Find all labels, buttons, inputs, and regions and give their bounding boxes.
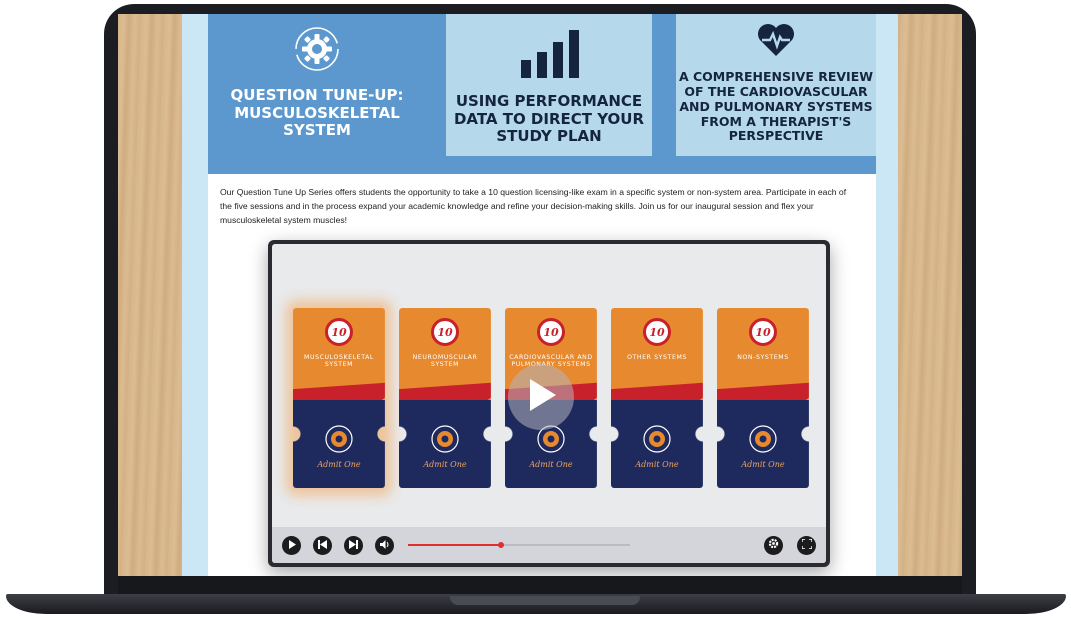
settings-button[interactable]	[764, 535, 783, 555]
gear-icon	[642, 424, 672, 459]
video-frame[interactable]: 10 MUSCULOSKELETAL SYSTEM Admit One 10 N…	[272, 244, 826, 563]
header-card-title: Using Performance Data to Direct Your St…	[453, 91, 645, 146]
progress-handle[interactable]	[498, 542, 505, 548]
content-panel: Our Question Tune Up Series offers stude…	[208, 174, 876, 580]
gear-icon	[748, 424, 778, 459]
header-card-musculoskeletal[interactable]: Question Tune-Up: Musculoskeletal System	[208, 14, 426, 162]
volume-button[interactable]	[375, 535, 394, 555]
ticket-admit-text: Admit One	[529, 460, 573, 469]
player-controls	[272, 527, 826, 563]
content-area: Question Tune-Up: Musculoskeletal System…	[208, 14, 876, 580]
series-description: Our Question Tune Up Series offers stude…	[220, 187, 847, 225]
fullscreen-icon	[800, 536, 813, 554]
screen-bezel-bottom	[118, 576, 962, 594]
ticket-admit-text: Admit One	[741, 460, 785, 469]
bar-chart-icon	[519, 30, 579, 83]
gear-icon	[768, 536, 779, 554]
ticket-admit-text: Admit One	[635, 460, 679, 469]
ticket-neuromuscular: 10 NEUROMUSCULAR SYSTEM Admit One	[399, 308, 491, 488]
skip-forward-icon	[349, 536, 358, 554]
ticket-label: NEUROMUSCULAR SYSTEM	[412, 354, 478, 369]
header-card-title: A Comprehensive Review of the Cardiovasc…	[678, 69, 874, 144]
gear-icon	[324, 424, 354, 459]
play-icon	[526, 378, 556, 416]
progress-fill	[408, 544, 502, 546]
fullscreen-button[interactable]	[797, 535, 816, 555]
header-card-cardiovascular-review[interactable]: A Comprehensive Review of the Cardiovasc…	[676, 14, 876, 156]
ticket-label: NON-SYSTEMS	[737, 354, 789, 361]
ticket-number: 10	[749, 318, 777, 346]
ticket-label: MUSCULOSKELETAL SYSTEM	[304, 354, 374, 369]
gear-icon	[294, 26, 340, 77]
ticket-number: 10	[537, 318, 565, 346]
video-player[interactable]: 10 MUSCULOSKELETAL SYSTEM Admit One 10 N…	[268, 240, 830, 567]
play-button[interactable]	[282, 535, 301, 555]
ticket-label: OTHER SYSTEMS	[627, 354, 687, 361]
big-play-button[interactable]	[508, 364, 574, 430]
ticket-number: 10	[325, 318, 353, 346]
ticket-admit-text: Admit One	[317, 460, 361, 469]
skip-back-icon	[318, 536, 327, 554]
header-card-performance-data[interactable]: Using Performance Data to Direct Your St…	[446, 14, 652, 156]
web-page: Question Tune-Up: Musculoskeletal System…	[182, 14, 898, 580]
progress-bar[interactable]	[408, 542, 630, 548]
ticket-musculoskeletal: 10 MUSCULOSKELETAL SYSTEM Admit One	[293, 308, 385, 488]
laptop-screen: Question Tune-Up: Musculoskeletal System…	[118, 14, 962, 580]
header-card-title: Question Tune-Up: Musculoskeletal System	[230, 85, 404, 140]
ticket-number: 10	[431, 318, 459, 346]
ticket-non-systems: 10 NON-SYSTEMS Admit One	[717, 308, 809, 488]
gear-icon	[430, 424, 460, 459]
volume-icon	[379, 536, 390, 554]
ticket-number: 10	[643, 318, 671, 346]
play-icon	[288, 536, 296, 554]
previous-button[interactable]	[313, 535, 332, 555]
laptop-notch	[450, 596, 640, 605]
ticket-other-systems: 10 OTHER SYSTEMS Admit One	[611, 308, 703, 488]
heartbeat-icon	[756, 23, 796, 61]
next-button[interactable]	[344, 535, 363, 555]
ticket-admit-text: Admit One	[423, 460, 467, 469]
